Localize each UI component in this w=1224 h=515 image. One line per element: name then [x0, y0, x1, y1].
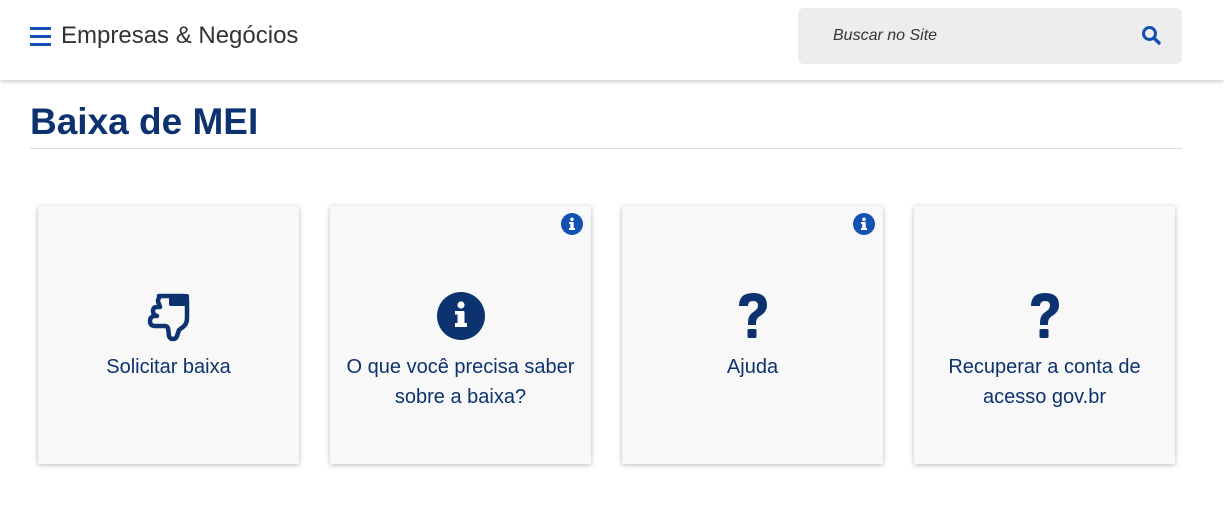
card-label: Ajuda: [726, 356, 779, 378]
card-solicitar-baixa[interactable]: Solicitar baixa: [38, 206, 299, 464]
card-ajuda[interactable]: Ajuda: [622, 206, 883, 464]
site-title[interactable]: Empresas & Negócios: [61, 21, 298, 51]
search-input[interactable]: [798, 8, 1128, 64]
site-header: Empresas & Negócios: [0, 0, 1224, 80]
pointing-hand-icon: [143, 290, 195, 342]
card-label: Solicitar baixa: [106, 356, 231, 378]
page-title: Baixa de MEI: [30, 101, 259, 142]
search-icon[interactable]: [1138, 22, 1166, 50]
card-label: Recuperar a conta de acesso gov.br: [948, 356, 1141, 408]
question-mark-icon: [1019, 290, 1071, 342]
title-divider: [30, 148, 1182, 149]
info-circle-icon: [435, 290, 487, 342]
search-bar: [798, 8, 1182, 64]
card-recuperar-conta[interactable]: Recuperar a conta de acesso gov.br: [914, 206, 1175, 464]
info-icon[interactable]: [853, 213, 875, 235]
info-icon[interactable]: [561, 213, 583, 235]
card-label: O que você precisa saber sobre a baixa?: [346, 356, 575, 408]
hamburger-menu-icon[interactable]: [30, 26, 51, 46]
card-o-que-voce-precisa-saber[interactable]: O que você precisa saber sobre a baixa?: [330, 206, 591, 464]
question-mark-icon: [727, 290, 779, 342]
